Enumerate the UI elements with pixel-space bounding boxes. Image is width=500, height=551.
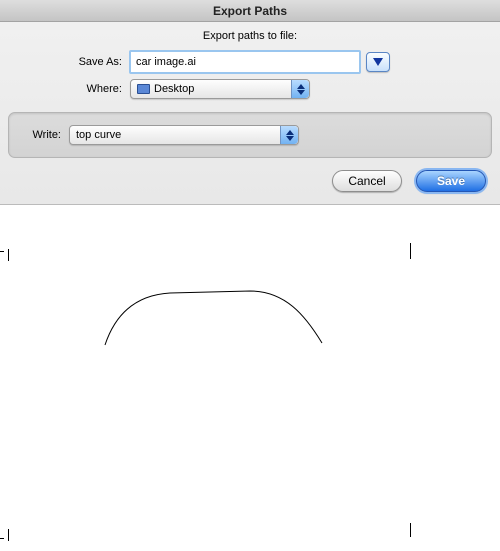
save-as-input[interactable] (130, 51, 360, 73)
where-label: Where: (20, 83, 130, 95)
where-value: Desktop (154, 83, 194, 95)
cancel-button[interactable]: Cancel (332, 170, 402, 192)
folder-icon (137, 84, 150, 94)
write-value: top curve (76, 129, 121, 141)
where-select[interactable]: Desktop (130, 79, 310, 99)
write-label: Write: (21, 129, 69, 141)
crop-mark-icon (400, 237, 420, 257)
updown-arrows-icon (280, 126, 298, 144)
crop-mark-icon (0, 529, 18, 549)
updown-arrows-icon (291, 80, 309, 98)
dialog-title: Export Paths (0, 0, 500, 22)
where-row: Where: Desktop (0, 76, 500, 102)
save-as-label: Save As: (20, 56, 130, 68)
save-as-row: Save As: (0, 48, 500, 76)
disclosure-button[interactable] (366, 52, 390, 72)
export-paths-dialog: Export Paths Export paths to file: Save … (0, 0, 500, 205)
dialog-subtitle: Export paths to file: (0, 22, 500, 48)
top-curve-path (100, 285, 330, 355)
write-select[interactable]: top curve (69, 125, 299, 145)
crop-mark-icon (400, 525, 420, 545)
save-button[interactable]: Save (416, 170, 486, 192)
canvas-area (0, 205, 500, 551)
write-panel: Write: top curve (8, 112, 492, 158)
crop-mark-icon (0, 241, 18, 261)
button-row: Cancel Save (0, 170, 500, 204)
triangle-down-icon (373, 58, 383, 66)
